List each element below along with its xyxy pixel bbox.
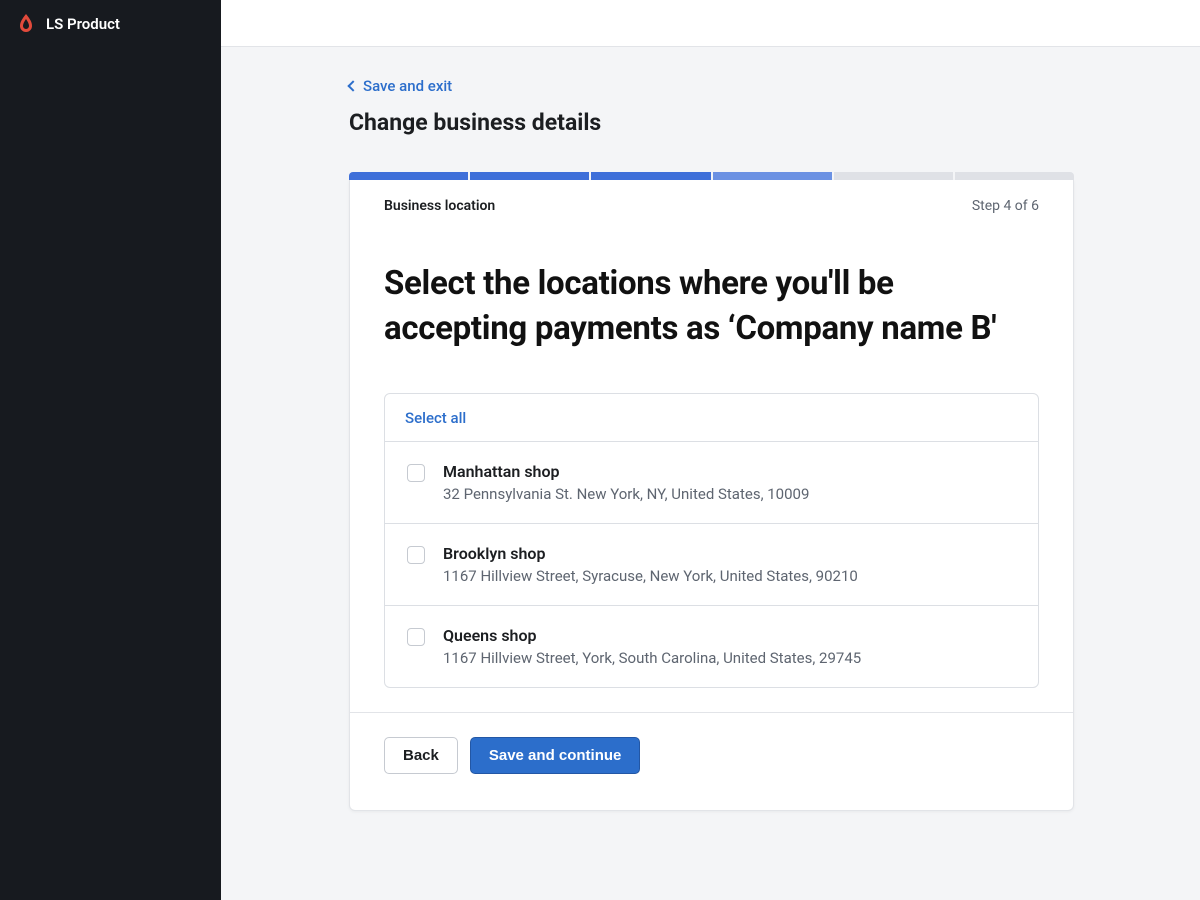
save-and-exit-label: Save and exit bbox=[363, 77, 452, 95]
card-footer: Back Save and continue bbox=[350, 712, 1073, 774]
location-name: Brooklyn shop bbox=[443, 544, 1016, 563]
progress-bar bbox=[349, 172, 1074, 180]
progress-step-1 bbox=[349, 172, 468, 180]
locations-list: Select all Manhattan shop 32 Pennsylvani… bbox=[384, 393, 1039, 688]
location-text: Manhattan shop 32 Pennsylvania St. New Y… bbox=[443, 462, 1016, 503]
location-address: 32 Pennsylvania St. New York, NY, United… bbox=[443, 485, 1016, 503]
page-title: Change business details bbox=[349, 109, 1074, 136]
wizard-card: Business location Step 4 of 6 Select the… bbox=[349, 180, 1074, 811]
progress-step-5 bbox=[834, 172, 953, 180]
app-name: LS Product bbox=[46, 15, 120, 33]
sidebar: LS Product bbox=[0, 0, 221, 900]
sidebar-header: LS Product bbox=[0, 0, 221, 48]
location-row-manhattan[interactable]: Manhattan shop 32 Pennsylvania St. New Y… bbox=[385, 442, 1038, 524]
location-row-brooklyn[interactable]: Brooklyn shop 1167 Hillview Street, Syra… bbox=[385, 524, 1038, 606]
save-and-exit-link[interactable]: Save and exit bbox=[349, 77, 452, 95]
location-address: 1167 Hillview Street, York, South Caroli… bbox=[443, 649, 1016, 667]
card-section-title: Business location bbox=[384, 198, 495, 214]
progress-step-2 bbox=[470, 172, 589, 180]
flame-icon bbox=[16, 14, 36, 34]
location-name: Manhattan shop bbox=[443, 462, 1016, 481]
location-address: 1167 Hillview Street, Syracuse, New York… bbox=[443, 567, 1016, 585]
card-header: Business location Step 4 of 6 bbox=[350, 180, 1073, 222]
content: Save and exit Change business details Bu… bbox=[221, 47, 1200, 900]
back-button[interactable]: Back bbox=[384, 737, 458, 774]
checkbox[interactable] bbox=[407, 464, 425, 482]
location-row-queens[interactable]: Queens shop 1167 Hillview Street, York, … bbox=[385, 606, 1038, 687]
save-and-continue-button[interactable]: Save and continue bbox=[470, 737, 641, 774]
chevron-left-icon bbox=[347, 80, 358, 91]
location-text: Brooklyn shop 1167 Hillview Street, Syra… bbox=[443, 544, 1016, 585]
topbar bbox=[221, 0, 1200, 47]
progress-step-4 bbox=[713, 172, 832, 180]
select-all-link[interactable]: Select all bbox=[405, 409, 466, 427]
step-counter: Step 4 of 6 bbox=[972, 198, 1039, 214]
progress-step-6 bbox=[955, 172, 1074, 180]
main: Save and exit Change business details Bu… bbox=[221, 0, 1200, 900]
location-text: Queens shop 1167 Hillview Street, York, … bbox=[443, 626, 1016, 667]
progress-step-3 bbox=[591, 172, 710, 180]
location-name: Queens shop bbox=[443, 626, 1016, 645]
checkbox[interactable] bbox=[407, 546, 425, 564]
checkbox[interactable] bbox=[407, 628, 425, 646]
card-heading: Select the locations where you'll be acc… bbox=[384, 262, 1039, 351]
select-all-row: Select all bbox=[385, 394, 1038, 442]
